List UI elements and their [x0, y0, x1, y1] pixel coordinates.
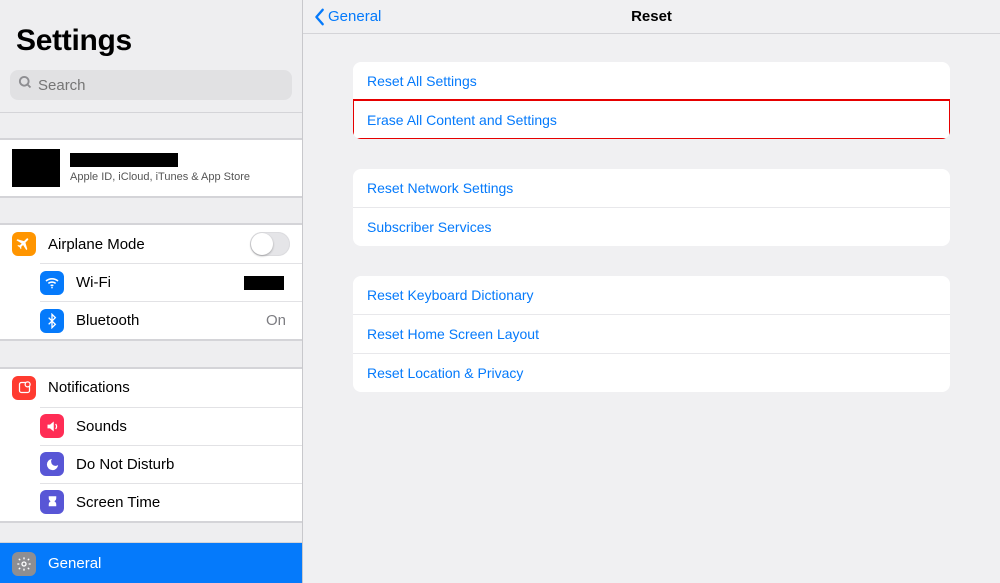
back-button[interactable]: General [313, 8, 381, 26]
cell-reset-all-settings[interactable]: Reset All Settings [353, 62, 950, 100]
screentime-icon [40, 490, 64, 514]
row-wifi[interactable]: Wi-Fi [40, 263, 302, 301]
notifications-label: Notifications [48, 379, 290, 396]
navbar: General Reset [303, 0, 1000, 34]
group-alerts: Notifications Sounds Do Not Disturb Scre… [0, 368, 302, 522]
row-dnd[interactable]: Do Not Disturb [40, 445, 302, 483]
airplane-label: Airplane Mode [48, 236, 250, 253]
sidebar-header: Settings [0, 0, 302, 66]
main-pane: General Reset Reset All Settings Erase A… [303, 0, 1000, 583]
row-general-selected[interactable]: General [0, 543, 302, 583]
airplane-toggle[interactable] [250, 232, 290, 256]
row-notifications[interactable]: Notifications [0, 369, 302, 407]
settings-title: Settings [16, 24, 286, 58]
reset-group-3: Reset Keyboard Dictionary Reset Home Scr… [353, 276, 950, 392]
reset-group-2: Reset Network Settings Subscriber Servic… [353, 169, 950, 246]
content: Reset All Settings Erase All Content and… [303, 34, 1000, 583]
wifi-icon [40, 271, 64, 295]
spacer [0, 522, 302, 543]
gear-icon [12, 552, 36, 576]
reset-group-1: Reset All Settings Erase All Content and… [353, 62, 950, 139]
screentime-label: Screen Time [76, 494, 290, 511]
row-screentime[interactable]: Screen Time [40, 483, 302, 521]
page-title: Reset [631, 8, 672, 25]
row-sounds[interactable]: Sounds [40, 407, 302, 445]
cell-erase-all-content[interactable]: Erase All Content and Settings [353, 100, 950, 139]
account-text: Apple ID, iCloud, iTunes & App Store [70, 153, 250, 183]
search-bar[interactable] [10, 70, 292, 100]
spacer [0, 112, 302, 139]
dnd-icon [40, 452, 64, 476]
sounds-label: Sounds [76, 418, 290, 435]
cell-reset-keyboard[interactable]: Reset Keyboard Dictionary [353, 276, 950, 314]
general-label: General [48, 555, 290, 572]
cell-subscriber-services[interactable]: Subscriber Services [353, 207, 950, 246]
search-icon [18, 75, 33, 95]
cell-reset-location-privacy[interactable]: Reset Location & Privacy [353, 353, 950, 392]
account-sub: Apple ID, iCloud, iTunes & App Store [70, 171, 250, 183]
cell-reset-network[interactable]: Reset Network Settings [353, 169, 950, 207]
sounds-icon [40, 414, 64, 438]
chevron-left-icon [313, 8, 327, 26]
account-row[interactable]: Apple ID, iCloud, iTunes & App Store [0, 139, 302, 197]
settings-sidebar: Settings Apple ID, iCloud, iTunes & App … [0, 0, 303, 583]
bluetooth-label: Bluetooth [76, 312, 266, 329]
airplane-icon [12, 232, 36, 256]
cell-reset-home-layout[interactable]: Reset Home Screen Layout [353, 314, 950, 353]
group-connectivity: Airplane Mode Wi-Fi Bluetooth On [0, 224, 302, 340]
dnd-label: Do Not Disturb [76, 456, 290, 473]
search-input[interactable] [38, 77, 284, 94]
back-label: General [328, 8, 381, 25]
row-airplane-mode[interactable]: Airplane Mode [0, 225, 302, 263]
search-wrap [0, 66, 302, 112]
row-bluetooth[interactable]: Bluetooth On [40, 301, 302, 339]
spacer [0, 340, 302, 367]
bluetooth-icon [40, 309, 64, 333]
wifi-value-redacted [244, 276, 284, 290]
notifications-icon [12, 376, 36, 400]
bluetooth-value: On [266, 312, 286, 329]
spacer [0, 197, 302, 224]
account-name-redacted [70, 153, 178, 167]
avatar [12, 149, 60, 187]
wifi-label: Wi-Fi [76, 274, 244, 291]
